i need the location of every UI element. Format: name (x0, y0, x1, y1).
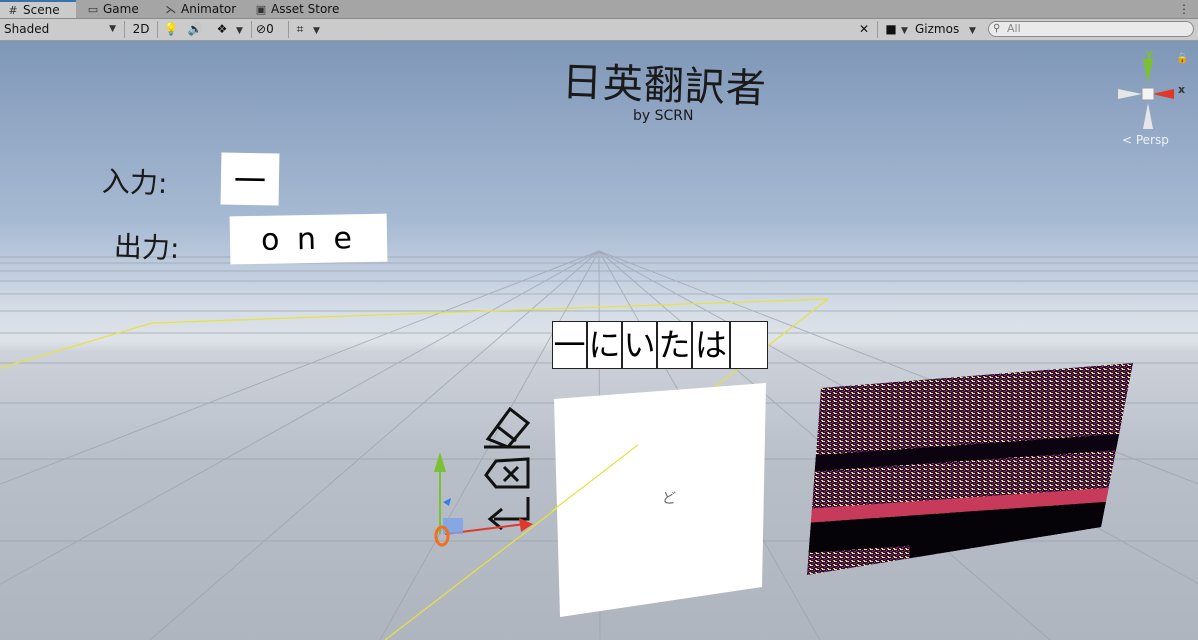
effects-dropdown-icon[interactable]: ▼ (236, 20, 246, 39)
grid-icon: # (8, 4, 18, 17)
candidate-box[interactable]: た (657, 321, 692, 369)
spectrogram-panel (807, 363, 1133, 575)
gizmo-y-cone[interactable] (1143, 59, 1153, 83)
camera-icon[interactable]: ■ (883, 20, 899, 39)
tools-icon[interactable]: ✕ (856, 20, 872, 39)
tab-game[interactable]: ▭ Game (80, 0, 158, 18)
lock-icon[interactable]: 🔒 (1176, 52, 1188, 64)
chevron-down-icon: ▼ (109, 24, 116, 34)
scene-viewport[interactable]: 日英翻訳者 by SCRN 入力: 一 出力: o n e 一 に い た は … (0, 41, 1198, 640)
gizmo-neg-x-cone[interactable] (1118, 89, 1142, 99)
search-icon: ⚲ (993, 23, 1001, 34)
grid-snap-icon[interactable]: ⌗ (292, 20, 308, 39)
gizmo-neg-y-cone[interactable] (1143, 103, 1153, 129)
shading-mode-dropdown[interactable]: Shaded ▼ (4, 20, 120, 39)
gamepad-icon: ▭ (87, 3, 99, 16)
y-axis-handle[interactable] (434, 452, 446, 472)
hidden-objects-toggle[interactable]: ⊘0 (256, 20, 286, 39)
effects-toggle-icon[interactable]: ❖ (212, 20, 232, 39)
tab-scene[interactable]: # Scene (0, 0, 76, 18)
candidate-box[interactable]: い (622, 321, 657, 369)
x-axis-handle[interactable] (519, 518, 533, 532)
gizmos-dropdown-icon[interactable]: ▼ (969, 20, 979, 39)
more-options-icon[interactable]: ⋮ (1178, 0, 1190, 18)
output-label: 出力: (113, 229, 180, 266)
candidate-box[interactable] (730, 321, 768, 369)
eye-off-icon: ⊘ (256, 22, 267, 36)
scene-toolbar: Shaded ▼ 2D 💡 🔊 ❖ ▼ ⊘0 ⌗ ▼ ✕ ■ ▼ Gizmos … (0, 19, 1198, 41)
orientation-gizmo[interactable]: y x 🔒 (1112, 43, 1196, 143)
input-value: 一 (220, 152, 280, 206)
tab-animator[interactable]: ⋋ Animator (158, 0, 246, 18)
canvas-stroke: ど (662, 491, 676, 507)
app-subtitle: by SCRN (633, 108, 694, 124)
gizmos-button[interactable]: Gizmos (915, 20, 967, 39)
drawing-canvas[interactable]: ど (552, 381, 768, 621)
candidate-box[interactable]: に (587, 321, 622, 369)
store-bag-icon: ▣ (255, 3, 267, 16)
animator-icon: ⋋ (165, 3, 177, 16)
audio-toggle-icon[interactable]: 🔊 (187, 20, 203, 39)
projection-toggle[interactable]: < Persp (1122, 133, 1169, 147)
input-label: 入力: (101, 164, 168, 201)
app-title: 日英翻訳者 (561, 59, 768, 113)
candidate-box[interactable]: は (692, 321, 730, 369)
y-axis-label: y (1146, 47, 1153, 60)
camera-dropdown-icon[interactable]: ▼ (901, 20, 911, 39)
gizmo-x-cone[interactable] (1152, 89, 1174, 99)
output-value: o n e (229, 213, 388, 265)
lighting-toggle-icon[interactable]: 💡 (163, 20, 179, 39)
gizmo-center-cube[interactable] (1141, 87, 1155, 101)
z-axis-handle[interactable] (443, 498, 451, 506)
toggle-2d-button[interactable]: 2D (130, 20, 152, 39)
editor-tab-bar: # Scene ▭ Game ⋋ Animator ▣ Asset Store ⋮ (0, 0, 1198, 19)
eraser-icon[interactable] (484, 406, 531, 449)
pivot-handle[interactable] (434, 525, 450, 547)
grid-dropdown-icon[interactable]: ▼ (313, 20, 323, 39)
tab-asset-store[interactable]: ▣ Asset Store (248, 0, 348, 18)
candidate-box[interactable]: 一 (552, 321, 587, 369)
transform-gizmo[interactable] (425, 446, 540, 551)
scene-search-input[interactable]: ⚲ All (988, 21, 1194, 37)
x-axis-label: x (1178, 83, 1185, 96)
